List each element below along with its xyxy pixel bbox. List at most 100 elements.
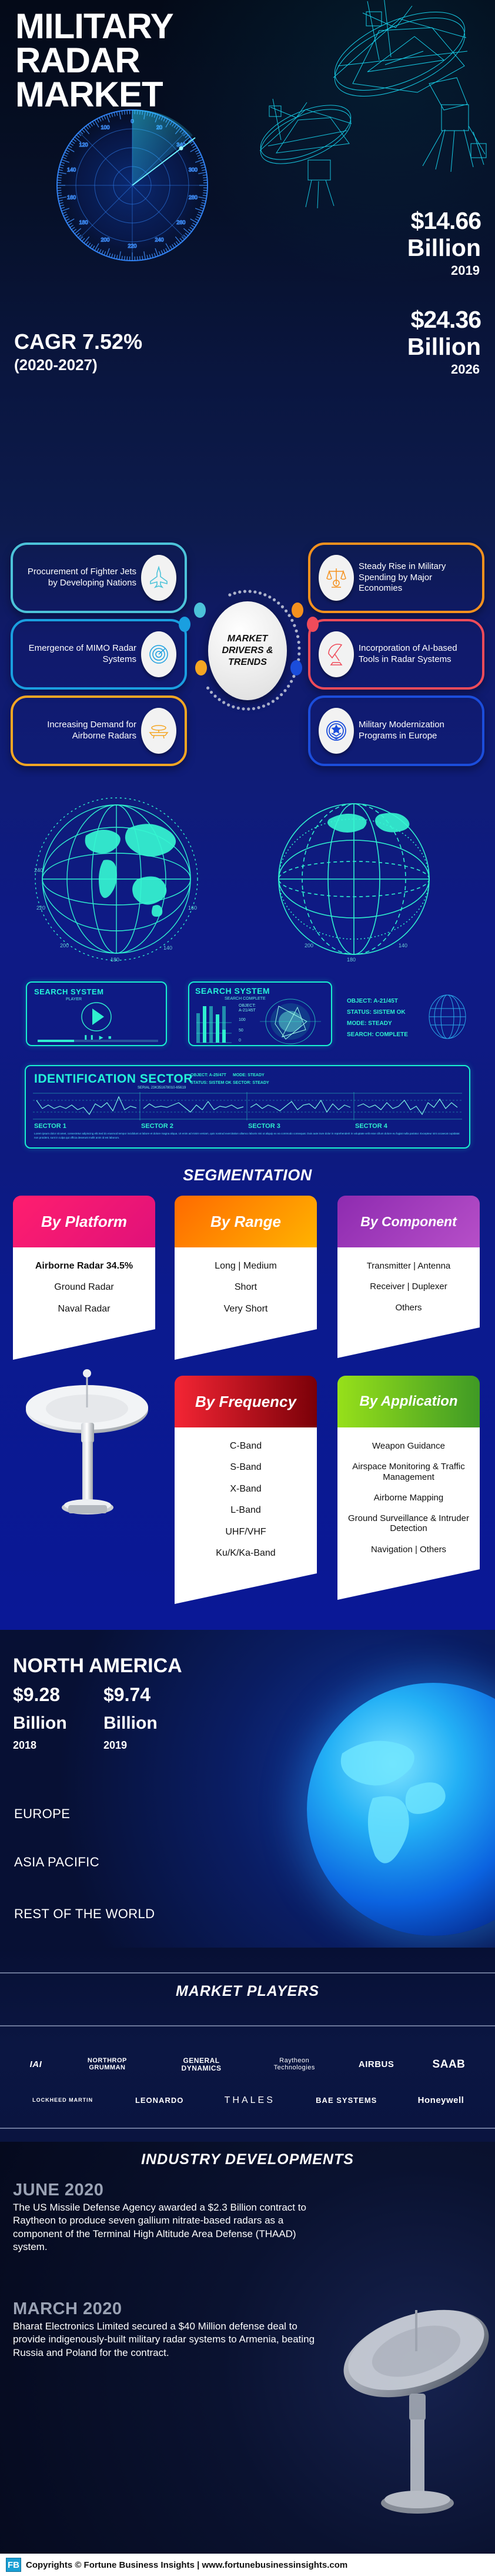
driver-card-military-modernization[interactable]: Military Modernization Programs in Europ… [308, 695, 484, 766]
value-2026-unit: Billion [407, 333, 481, 360]
signal-bar-chart [196, 1006, 232, 1043]
logo-iai[interactable]: IAI [30, 2060, 42, 2069]
identification-serial: SERIAL 23K351678010-65619 [138, 1086, 186, 1090]
play-button-icon[interactable] [78, 1001, 115, 1032]
radar-hud-section: 180 200 220 240 140 160 180 200 140 SEARCH SY… [0, 777, 495, 1159]
satellite-dish-small-icon [259, 98, 352, 209]
svg-text:160: 160 [188, 905, 197, 911]
region-item-europe: EUROPE [14, 1806, 71, 1821]
svg-text:200: 200 [101, 237, 109, 243]
status-readout-panel: OBJECT: A-21/45T STATUS: SISTEM OK MODE:… [347, 996, 408, 1040]
card-tail [337, 1327, 480, 1358]
balance-scale-icon [319, 555, 354, 601]
divider-players-bottom [0, 2128, 495, 2129]
footer-bar: FB Copyrights © Fortune Business Insight… [0, 2554, 495, 2576]
region-value-2018-unit: Billion [13, 1713, 67, 1733]
segment-card-frequency[interactable]: By Frequency C-Band S-Band X-Band L-Band… [175, 1376, 317, 1605]
radar-scope-icon [141, 631, 176, 677]
driver-card-military-spending[interactable]: Steady Rise in Military Spending by Majo… [308, 543, 484, 613]
axis-tick-100: 100 [239, 1018, 246, 1022]
segment-card-range[interactable]: By Range Long | Medium Short Very Short [175, 1196, 317, 1360]
logo-honeywell[interactable]: Honeywell [418, 2096, 464, 2105]
svg-text:140: 140 [399, 943, 407, 948]
object-value: A-21/45T [239, 1009, 256, 1013]
logo-thales[interactable]: THALES [225, 2095, 275, 2106]
logo-northrop-grumman[interactable]: NORTHROP GRUMMAN [80, 2058, 134, 2071]
sector-label: SECTOR 4 [355, 1123, 387, 1130]
svg-text:160: 160 [67, 195, 76, 201]
region-value-2018-year: 2018 [13, 1739, 37, 1751]
earth-globe-graphic [307, 1683, 495, 1936]
footer-copyright: Copyrights © Fortune Business Insights |… [26, 2560, 348, 2570]
identification-title: IDENTIFICATION SECTOR [34, 1072, 193, 1086]
hub-line-3: TRENDS [228, 657, 267, 667]
segment-item: X-Band [230, 1483, 262, 1494]
logo-general-dynamics[interactable]: GENERAL DYNAMICS [173, 2057, 230, 2072]
connector-knob [179, 617, 190, 632]
segment-item: Naval Radar [58, 1303, 111, 1314]
title-line-1: MILITARY [15, 6, 174, 46]
card-tail [175, 1329, 317, 1360]
svg-text:280: 280 [189, 195, 198, 201]
logo-bae-systems[interactable]: BAE SYSTEMS [316, 2096, 377, 2105]
fighter-jet-icon [141, 555, 176, 601]
connector-knob [307, 617, 319, 632]
hub-line-1: MARKET [227, 634, 268, 644]
segment-card-body: Weapon Guidance Airspace Monitoring & Tr… [337, 1427, 480, 1569]
region-value-2018: $9.28 [13, 1684, 61, 1705]
driver-card-ai-tools[interactable]: Incorporation of AI-based Tools in Radar… [308, 619, 484, 690]
svg-text:240: 240 [34, 867, 43, 873]
segment-item: Ground Surveillance & Intruder Detection [348, 1513, 469, 1534]
development-entry-2: MARCH 2020 Bharat Electronics Limited se… [13, 2299, 325, 2359]
segment-item: Receiver | Duplexer [370, 1282, 447, 1292]
axis-tick-50: 50 [239, 1029, 243, 1033]
year-2019: 2019 [451, 263, 480, 278]
driver-label: Military Modernization Programs in Europ… [359, 720, 444, 741]
segment-card-header: By Application [337, 1376, 480, 1427]
title-line-2: RADAR [15, 41, 141, 81]
segment-card-component[interactable]: By Component Transmitter | Antenna Recei… [337, 1196, 480, 1358]
progress-bar-track[interactable] [38, 1040, 158, 1042]
cagr-value: CAGR 7.52% [14, 330, 143, 354]
segment-item: Long | Medium [215, 1261, 277, 1271]
logo-raytheon-technologies[interactable]: Raytheon Technologies [269, 2058, 320, 2071]
status-line: SEARCH: COMPLETE [347, 1031, 408, 1038]
radar-dish-illustration [26, 1369, 148, 1515]
segment-card-application[interactable]: By Application Weapon Guidance Airspace … [337, 1376, 480, 1600]
value-2026: $24.36 [410, 306, 481, 333]
driver-card-fighter-jets[interactable]: Procurement of Fighter Jets by Developin… [11, 543, 187, 613]
search-system-analysis-panel: SEARCH SYSTEM SEARCH COMPLETE OBJECT: A-… [188, 981, 332, 1046]
identification-paragraph: Lorem ipsum dolor sit amet, consectetur … [34, 1132, 460, 1139]
driver-label: Increasing Demand for Airborne Radars [47, 720, 136, 741]
wireframe-sphere-icon [429, 994, 466, 1039]
identification-meta-1: OBJECT: A-25/47T [190, 1073, 226, 1077]
logo-lockheed-martin[interactable]: LOCKHEED MARTIN [31, 2097, 95, 2103]
logo-row-2: LOCKHEED MARTIN LEONARDO THALES BAE SYST… [0, 2089, 495, 2112]
driver-card-airborne-radars[interactable]: Increasing Demand for Airborne Radars [11, 695, 187, 766]
region-item-rest-of-world: REST OF THE WORLD [14, 1906, 155, 1921]
segment-card-body: Transmitter | Antenna Receiver | Duplexe… [337, 1247, 480, 1327]
status-line: MODE: STEADY [347, 1020, 392, 1027]
value-2019-unit: Billion [407, 234, 481, 261]
segment-card-header: By Component [337, 1196, 480, 1247]
svg-text:180: 180 [347, 957, 356, 963]
logo-airbus[interactable]: AIRBUS [359, 2060, 394, 2069]
svg-text:220: 220 [36, 905, 45, 911]
connector-knob [292, 603, 303, 618]
driver-card-mimo-radar[interactable]: Emergence of MIMO Radar Systems [11, 619, 187, 690]
logo-leonardo[interactable]: LEONARDO [135, 2096, 183, 2105]
market-players-section: MARKET PLAYERS IAI NORTHROP GRUMMAN GENE… [0, 1948, 495, 2142]
svg-text:240: 240 [155, 237, 163, 243]
segment-item: Airborne Mapping [373, 1492, 444, 1503]
segment-item: Short [234, 1282, 257, 1293]
segment-card-header: By Platform [13, 1196, 155, 1247]
segment-card-platform[interactable]: By Platform Airborne Radar 34.5% Ground … [13, 1196, 155, 1360]
svg-text:220: 220 [128, 243, 136, 249]
identification-meta-2: MODE: STEADY [233, 1073, 265, 1077]
development-date: MARCH 2020 [13, 2299, 122, 2318]
cagr-period: (2020-2027) [14, 356, 98, 374]
segment-card-header: By Range [175, 1196, 317, 1247]
logo-saab[interactable]: SAAB [433, 2059, 466, 2071]
svg-text:300: 300 [189, 167, 198, 172]
industry-developments-section: INDUSTRY DEVELOPMENTS JUNE 2020 The US M… [0, 2142, 495, 2554]
